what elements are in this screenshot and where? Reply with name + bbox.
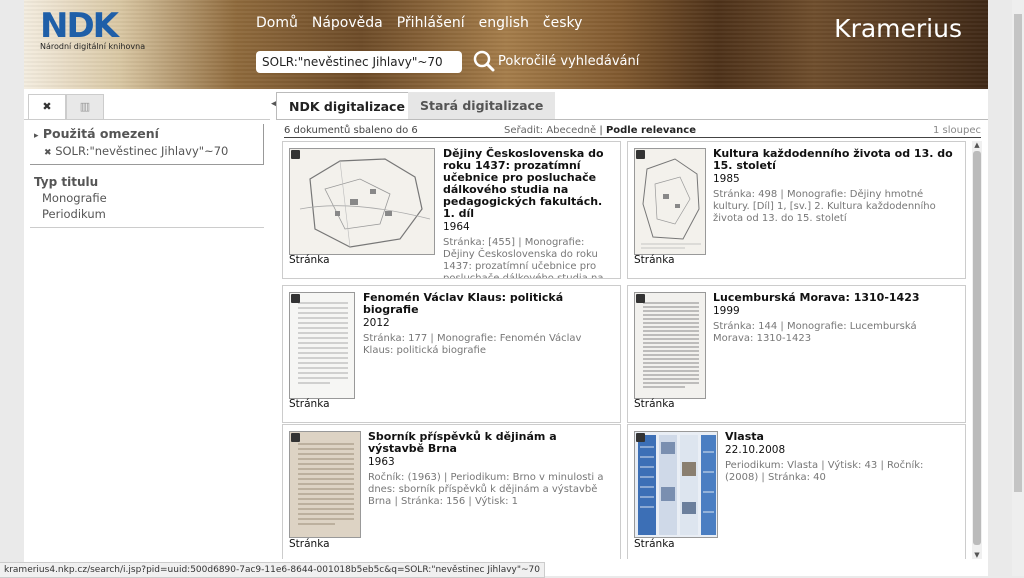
lock-icon — [636, 433, 645, 442]
lock-icon — [636, 150, 645, 159]
result-card[interactable]: Stránka Fenomén Václav Klaus: politická … — [282, 285, 621, 423]
result-title[interactable]: Fenomén Václav Klaus: politická biografi… — [363, 292, 612, 316]
logo-subtitle: Národní digitální knihovna — [40, 42, 146, 51]
thumbnail-map[interactable] — [289, 148, 435, 255]
results-count: 6 dokumentů sbaleno do 6 — [284, 125, 418, 136]
nav-czech[interactable]: česky — [543, 15, 583, 31]
result-card[interactable]: Stránka Kultura každodenního života od 1… — [627, 141, 966, 279]
scroll-up-icon[interactable]: ▲ — [972, 141, 982, 149]
tab-ndk-digitalizace[interactable]: NDK digitalizace — [276, 92, 418, 120]
sort-alphabetical[interactable]: Abecedně — [546, 125, 596, 136]
result-card[interactable]: Stránka Sborník příspěvků k dějinám a vý… — [282, 424, 621, 559]
logo-mark: NDK — [40, 6, 119, 46]
results-scrollbar[interactable]: ▲ ▼ — [972, 141, 982, 559]
app-frame: NDK Národní digitální knihovna Domů Nápo… — [24, 0, 988, 576]
result-info: Kultura každodenního života od 13. do 15… — [713, 148, 957, 225]
brand-title: Kramerius — [834, 14, 962, 43]
results-info-bar: 6 dokumentů sbaleno do 6 Seřadit: Abeced… — [284, 125, 981, 136]
nav-login[interactable]: Přihlášení — [397, 15, 465, 31]
tab-underline — [276, 119, 988, 120]
result-year: 2012 — [363, 317, 390, 329]
sort-relevance[interactable]: Podle relevance — [606, 125, 696, 136]
info-divider — [284, 137, 981, 138]
result-title[interactable]: Sborník příspěvků k dějinám a výstavbě B… — [368, 431, 612, 455]
results-grid: Stránka Dějiny Československa do roku 14… — [282, 141, 968, 559]
top-nav: Domů Nápověda Přihlášení english česky — [256, 15, 582, 31]
thumbnail-page[interactable] — [634, 292, 706, 399]
lock-icon — [291, 433, 300, 442]
result-title[interactable]: Lucemburská Morava: 1310-1423 — [713, 292, 957, 304]
nav-help[interactable]: Nápověda — [312, 15, 383, 31]
facet-periodikum[interactable]: Periodikum — [42, 207, 260, 221]
result-meta: Stránka: 498 | Monografie: Dějiny hmotné… — [713, 189, 936, 224]
result-meta: Periodikum: Vlasta | Výtisk: 43 | Ročník… — [725, 460, 924, 483]
result-type: Stránka — [289, 398, 330, 410]
window-scroll-thumb[interactable] — [1014, 14, 1022, 492]
result-info: Fenomén Václav Klaus: politická biografi… — [363, 292, 612, 357]
result-info: Dějiny Československa do roku 1437: proz… — [443, 148, 612, 279]
result-meta: Stránka: [455] | Monografie: Dějiny Česk… — [443, 237, 604, 279]
result-card[interactable]: Stránka Lucemburská Morava: 1310-1423 19… — [627, 285, 966, 423]
search-input[interactable]: SOLR:"nevěstinec Jihlavy"~70 — [256, 51, 462, 73]
left-panel: ✖ ▥ ▸ Použitá omezení ✖ SOLR:"nevěstinec… — [24, 89, 270, 559]
search-icon[interactable] — [473, 50, 495, 75]
result-type: Stránka — [634, 398, 675, 410]
result-title[interactable]: Kultura každodenního života od 13. do 15… — [713, 148, 957, 172]
tree-tab-icon[interactable]: ▥ — [66, 94, 104, 119]
facet-monografie[interactable]: Monografie — [42, 191, 260, 205]
title-type-heading: Typ titulu — [34, 175, 99, 189]
applied-filters: ▸ Použitá omezení ✖ SOLR:"nevěstinec Jih… — [30, 124, 264, 165]
results-scroll-thumb[interactable] — [973, 151, 981, 545]
result-type: Stránka — [634, 254, 675, 266]
result-info: Lucemburská Morava: 1310-1423 1999 Strán… — [713, 292, 957, 345]
result-year: 1963 — [368, 456, 395, 468]
applied-title: Použitá omezení — [42, 126, 159, 141]
left-tabs: ✖ ▥ — [24, 89, 270, 120]
result-year: 1964 — [443, 221, 470, 233]
window-scrollbar[interactable] — [1012, 0, 1024, 576]
result-type: Stránka — [634, 538, 675, 550]
sort-label: Seřadit: — [504, 125, 544, 136]
title-type-facet: Typ titulu Monografie Periodikum — [34, 175, 260, 221]
columns-toggle[interactable]: 1 sloupec — [933, 125, 981, 136]
tab-stara-digitalizace[interactable]: Stará digitalizace — [408, 92, 556, 119]
nav-home[interactable]: Domů — [256, 15, 298, 31]
applied-filter-item[interactable]: ✖ SOLR:"nevěstinec Jihlavy"~70 — [44, 144, 259, 158]
result-meta: Ročník: (1963) | Periodikum: Brno v minu… — [368, 472, 604, 507]
advanced-search-link[interactable]: Pokročilé vyhledávání — [498, 54, 639, 69]
scroll-down-icon[interactable]: ▼ — [972, 551, 982, 559]
result-year: 1985 — [713, 173, 740, 185]
header: NDK Národní digitální knihovna Domů Nápo… — [24, 0, 988, 89]
lock-icon — [291, 294, 300, 303]
result-type: Stránka — [289, 254, 330, 266]
thumbnail-page[interactable] — [289, 431, 361, 538]
result-card[interactable]: Stránka Vlasta 22.10.2008 Periodikum: Vl… — [627, 424, 966, 559]
result-info: Sborník příspěvků k dějinám a výstavbě B… — [368, 431, 612, 508]
result-meta: Stránka: 144 | Monografie: Lucemburská M… — [713, 321, 917, 344]
ndk-logo[interactable]: NDK Národní digitální knihovna — [40, 6, 146, 51]
result-info: Vlasta 22.10.2008 Periodikum: Vlasta | V… — [725, 431, 957, 484]
result-card[interactable]: Stránka Dějiny Československa do roku 14… — [282, 141, 621, 279]
result-meta: Stránka: 177 | Monografie: Fenomén Václa… — [363, 333, 582, 356]
applied-filter-label: SOLR:"nevěstinec Jihlavy"~70 — [55, 144, 229, 158]
result-year: 1999 — [713, 305, 740, 317]
result-title[interactable]: Dějiny Československa do roku 1437: proz… — [443, 148, 612, 220]
lock-icon — [291, 150, 300, 159]
result-title[interactable]: Vlasta — [725, 431, 957, 443]
divider — [30, 227, 264, 228]
result-year: 22.10.2008 — [725, 444, 786, 456]
thumbnail-map[interactable] — [634, 148, 706, 255]
nav-english[interactable]: english — [479, 15, 529, 31]
result-type: Stránka — [289, 538, 330, 550]
facets-tab-icon[interactable]: ✖ — [28, 94, 66, 119]
lock-icon — [636, 294, 645, 303]
remove-icon[interactable]: ✖ — [44, 148, 52, 158]
sort-options: Seřadit: Abecedně | Podle relevance — [504, 125, 697, 136]
thumbnail-page[interactable] — [289, 292, 355, 399]
thumbnail-magazine[interactable] — [634, 431, 718, 538]
triangle-right-icon: ▸ — [34, 131, 39, 141]
